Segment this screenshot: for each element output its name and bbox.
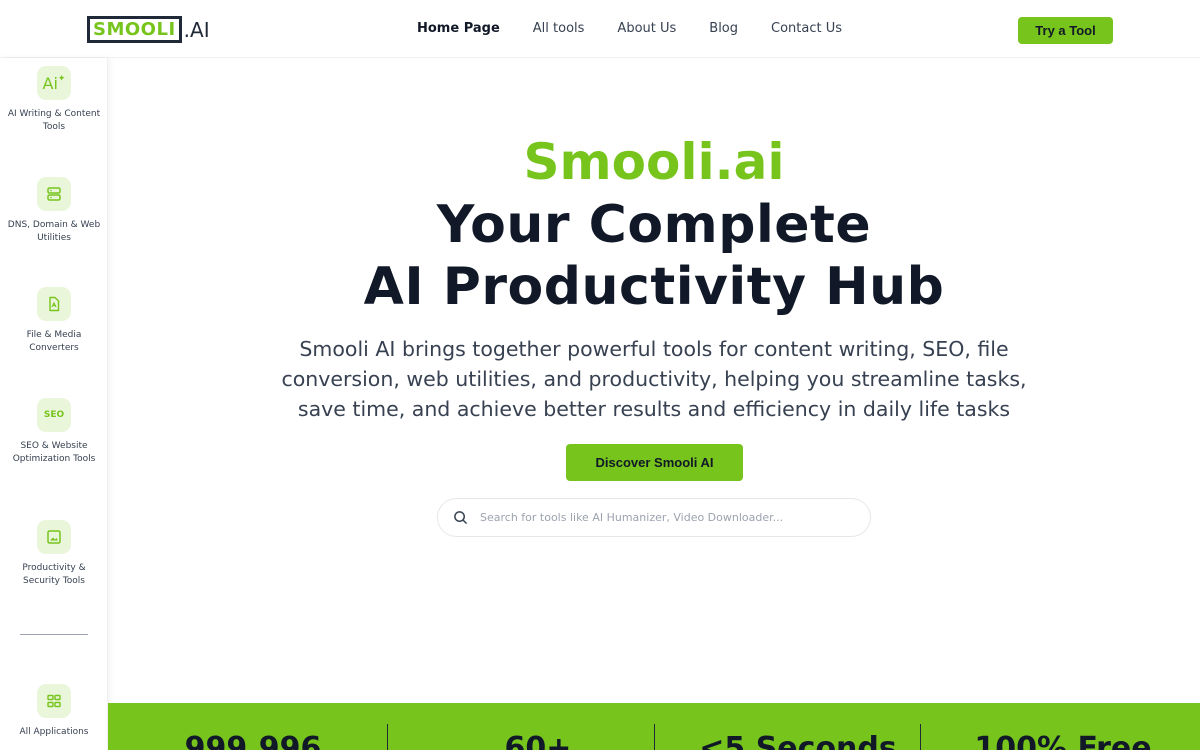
stat-divider <box>654 724 655 750</box>
tool-search-bar[interactable] <box>437 498 871 537</box>
sidebar-item-dns[interactable]: DNS, Domain & Web Utilities <box>0 177 108 244</box>
sidebar-item-ai-writing[interactable]: Ai ✦ AI Writing & Content Tools <box>0 66 108 133</box>
server-icon <box>37 177 71 211</box>
image-icon <box>37 520 71 554</box>
sidebar-item-label: Productivity & Security Tools <box>22 563 86 586</box>
category-sidebar: Ai ✦ AI Writing & Content Tools DNS, Doma… <box>0 58 108 750</box>
seo-icon: SEO <box>37 398 71 432</box>
hero-brand: Smooli.ai <box>523 133 785 191</box>
stat-speed: <5 Seconds <box>699 731 897 750</box>
grid-icon <box>37 684 71 718</box>
nav-blog[interactable]: Blog <box>709 21 738 36</box>
hero-description: Smooli AI brings together powerful tools… <box>281 337 1027 421</box>
main-nav: Home Page All tools About Us Blog Contac… <box>417 21 875 36</box>
logo-suffix: .AI <box>183 17 210 42</box>
stat-tools: 60+ <box>504 731 572 750</box>
sidebar-item-seo[interactable]: SEO SEO & Website Optimization Tools <box>0 398 108 465</box>
site-logo[interactable]: SMOOLI .AI <box>87 16 210 43</box>
logo-wordmark: SMOOLI <box>87 16 182 43</box>
discover-button[interactable]: Discover Smooli AI <box>566 444 743 481</box>
file-icon <box>37 287 71 321</box>
try-a-tool-button[interactable]: Try a Tool <box>1018 17 1113 44</box>
stat-free: 100% Free <box>974 731 1152 750</box>
nav-all-tools[interactable]: All tools <box>533 21 585 36</box>
sidebar-item-file-converters[interactable]: File & Media Converters <box>0 287 108 354</box>
sidebar-item-label: File & Media Converters <box>26 330 82 353</box>
search-icon <box>452 510 468 526</box>
stat-divider <box>387 724 388 750</box>
stat-divider <box>920 724 921 750</box>
stat-users: 999,996 <box>184 731 322 750</box>
sidebar-item-label: DNS, Domain & Web Utilities <box>7 220 101 243</box>
sidebar-item-label: AI Writing & Content Tools <box>7 109 101 132</box>
sidebar-item-label: All Applications <box>19 727 89 737</box>
nav-about[interactable]: About Us <box>617 21 676 36</box>
sidebar-item-all-applications[interactable]: All Applications <box>0 684 108 739</box>
nav-home[interactable]: Home Page <box>417 21 500 36</box>
stats-bar: 999,996 60+ <5 Seconds 100% Free <box>108 703 1200 750</box>
search-input[interactable] <box>480 511 860 524</box>
sidebar-divider <box>20 634 88 635</box>
hero-headline-line-1: Your Complete <box>436 195 872 255</box>
nav-contact[interactable]: Contact Us <box>771 21 842 36</box>
sidebar-item-productivity[interactable]: Productivity & Security Tools <box>0 520 108 587</box>
sidebar-item-label: SEO & Website Optimization Tools <box>12 441 96 464</box>
ai-writing-icon: Ai ✦ <box>37 66 71 100</box>
hero-headline-line-2: AI Productivity Hub <box>363 257 945 317</box>
site-header: SMOOLI .AI Home Page All tools About Us … <box>0 0 1200 58</box>
